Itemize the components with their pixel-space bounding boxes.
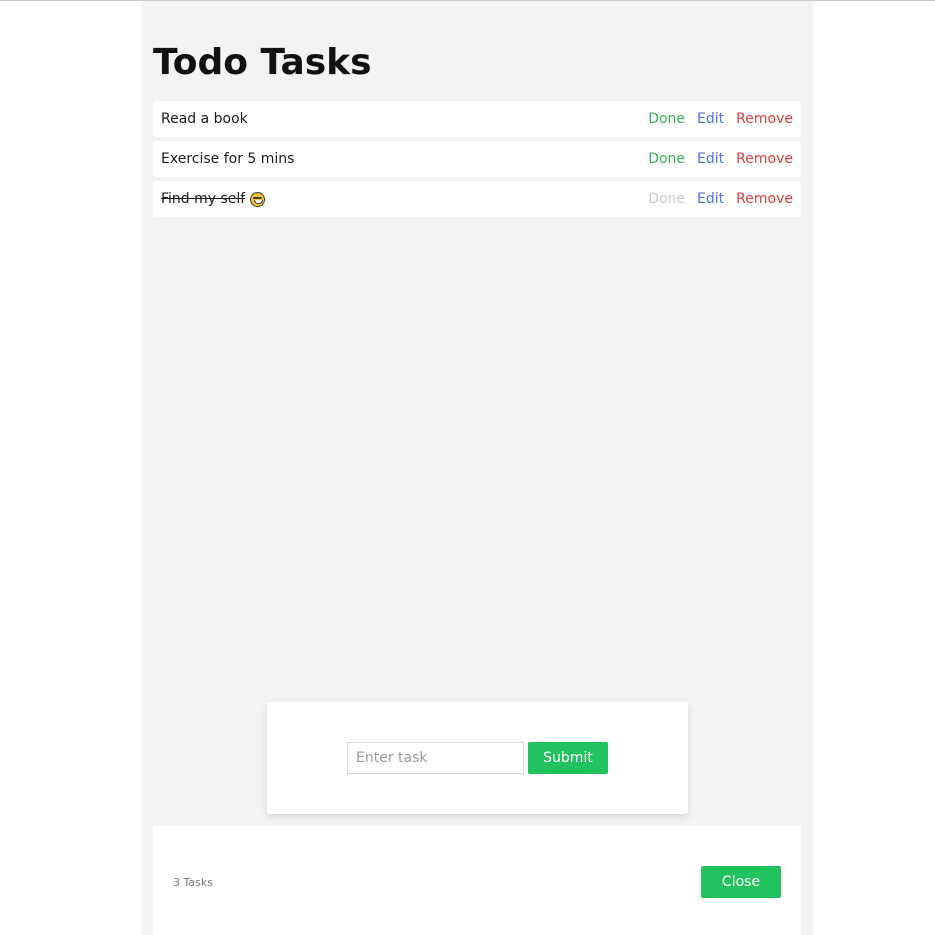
page-title: Todo Tasks	[153, 42, 372, 83]
task-row: Exercise for 5 mins Done Edit Remove	[153, 141, 801, 177]
remove-button[interactable]: Remove	[736, 151, 793, 167]
submit-button[interactable]: Submit	[528, 742, 608, 774]
edit-button[interactable]: Edit	[697, 151, 724, 167]
task-count: 3 Tasks	[173, 876, 213, 889]
task-list: Read a book Done Edit Remove Exercise fo…	[153, 101, 801, 221]
remove-button[interactable]: Remove	[736, 191, 793, 207]
todo-app: Todo Tasks Read a book Done Edit Remove …	[141, 1, 813, 935]
task-text: Read a book	[161, 111, 248, 127]
task-row-completed: Find my self Done Edit Remove	[153, 181, 801, 217]
task-label: Find my self	[161, 191, 246, 207]
task-input[interactable]	[347, 742, 524, 774]
task-label: Exercise for 5 mins	[161, 151, 295, 167]
task-actions: Done Edit Remove	[636, 111, 793, 127]
done-button[interactable]: Done	[648, 151, 685, 167]
task-row: Read a book Done Edit Remove	[153, 101, 801, 137]
edit-button[interactable]: Edit	[697, 111, 724, 127]
add-task-form: Submit	[267, 702, 688, 814]
edit-button[interactable]: Edit	[697, 191, 724, 207]
grinning-face-emoji-icon	[250, 191, 266, 207]
task-actions: Done Edit Remove	[636, 151, 793, 167]
task-actions: Done Edit Remove	[636, 191, 793, 207]
task-text: Find my self	[161, 191, 266, 207]
footer-bar: 3 Tasks Close	[153, 826, 801, 935]
task-label: Read a book	[161, 111, 248, 127]
close-button[interactable]: Close	[701, 866, 781, 898]
task-text: Exercise for 5 mins	[161, 151, 294, 167]
done-button[interactable]: Done	[648, 111, 685, 127]
remove-button[interactable]: Remove	[736, 111, 793, 127]
done-button-disabled: Done	[648, 191, 686, 207]
